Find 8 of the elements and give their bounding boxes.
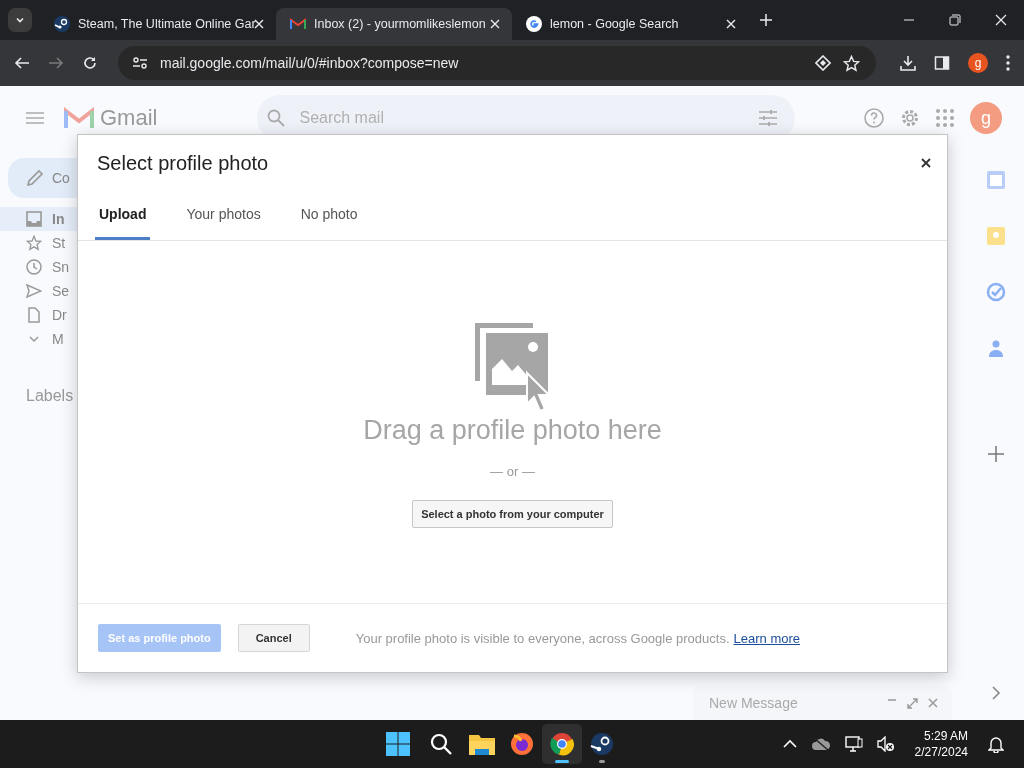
or-separator-text: — or —	[490, 464, 535, 479]
gmail-logo-text: Gmail	[100, 105, 158, 131]
labels-heading: Labels	[26, 387, 75, 405]
visibility-note: Your profile photo is visible to everyone, across Google products.	[355, 630, 730, 646]
drop-zone-text: Drag a profile photo here	[363, 415, 662, 446]
url-text: mail.google.com/mail/u/0/#inbox?compose=new	[160, 55, 459, 71]
dialog-title: Select profile photo	[97, 151, 269, 175]
compose-window-title: New Message	[709, 695, 798, 711]
